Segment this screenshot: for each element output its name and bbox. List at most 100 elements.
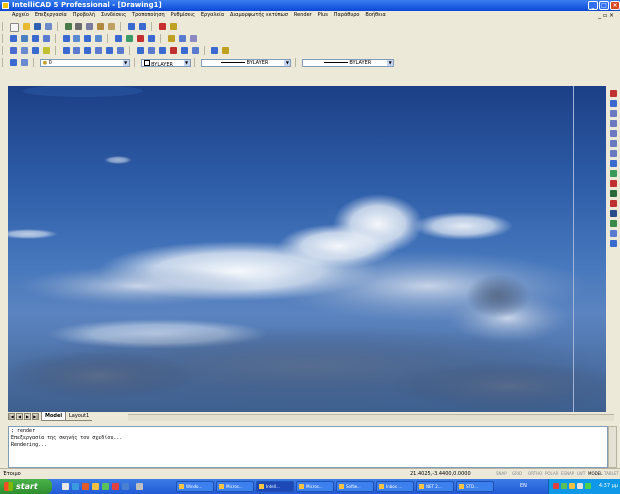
shade-icon[interactable] (609, 170, 617, 177)
named-views-icon[interactable] (609, 230, 617, 237)
command-window[interactable]: ; render Επεξεργασία της σκηνής του σχεδ… (8, 426, 608, 468)
help-icon[interactable] (169, 23, 177, 30)
line-icon[interactable] (9, 35, 17, 42)
command-scrollbar[interactable] (608, 426, 617, 468)
copy-object-icon[interactable] (20, 47, 28, 54)
internet-explorer-icon[interactable] (72, 483, 79, 490)
layer-select[interactable]: ● 0 ▼ (39, 59, 130, 67)
zoom-out-icon[interactable] (609, 120, 617, 127)
make-current-layer-icon[interactable] (20, 59, 28, 66)
copy-icon[interactable] (86, 23, 94, 30)
zoom-icon[interactable] (20, 35, 28, 42)
paste-icon[interactable] (97, 23, 105, 30)
table-icon[interactable] (189, 35, 197, 42)
snap-toggle[interactable]: SNAP (496, 470, 507, 478)
menu-item-modify[interactable]: Τροποποίηση (130, 11, 167, 20)
tray-icon[interactable] (553, 483, 559, 489)
first-tab-icon[interactable]: |◀ (8, 413, 15, 420)
rectangle-icon[interactable] (62, 35, 70, 42)
cut-icon[interactable] (75, 23, 83, 30)
polar-toggle[interactable]: POLAR (545, 470, 558, 478)
next-tab-icon[interactable]: ▶ (24, 413, 31, 420)
lineweight-select[interactable]: BYLAYER ▼ (302, 59, 395, 67)
clock[interactable]: 4:37 μμ (599, 479, 618, 494)
esnap-toggle[interactable]: ESNAP (561, 470, 574, 478)
menu-item-file[interactable]: Αρχείο (0, 11, 31, 20)
messenger-icon[interactable] (102, 483, 109, 490)
pan-view-icon[interactable] (609, 160, 617, 167)
new-icon[interactable] (9, 23, 19, 32)
materials-icon[interactable] (609, 190, 617, 197)
tray-icon[interactable] (569, 483, 575, 489)
mirror-icon[interactable] (31, 47, 39, 54)
hatch-icon[interactable] (115, 35, 123, 42)
text-icon[interactable] (167, 35, 175, 42)
tablet-toggle[interactable]: TABLET (604, 470, 619, 478)
scale-icon[interactable] (95, 47, 103, 54)
save-icon[interactable] (33, 23, 41, 30)
render-icon[interactable] (609, 180, 617, 187)
menu-item-help[interactable]: Βοήθεια (363, 11, 387, 20)
task-software[interactable]: Softw... (336, 481, 374, 492)
chevron-down-icon[interactable]: ▼ (183, 60, 190, 66)
scene-icon[interactable] (609, 210, 617, 217)
folder-icon[interactable] (92, 483, 99, 490)
chevron-down-icon[interactable]: ▼ (387, 60, 394, 66)
layers-icon[interactable] (222, 47, 230, 54)
toolbar-grip[interactable] (2, 46, 5, 55)
zoom-extents-icon[interactable] (609, 140, 617, 147)
delete-icon[interactable] (158, 23, 166, 30)
mdi-controls[interactable]: _ ▫ × (596, 11, 616, 20)
open-icon[interactable] (22, 23, 30, 30)
maximize-button[interactable]: □ (599, 1, 609, 10)
properties-icon[interactable] (211, 47, 219, 54)
volume-icon[interactable] (577, 483, 583, 489)
grid-toggle[interactable]: GRID (512, 470, 522, 478)
stretch-icon[interactable] (106, 47, 114, 54)
menu-item-view[interactable]: Προβολή (71, 11, 97, 20)
redraw-view-icon[interactable] (609, 90, 617, 97)
lwt-toggle[interactable]: LWT (577, 470, 585, 478)
task-net[interactable]: NET 2... (416, 481, 454, 492)
close-button[interactable]: × (610, 1, 620, 10)
start-button[interactable]: start (0, 479, 52, 494)
tab-layout1[interactable]: Layout1 (66, 412, 93, 421)
media-player-icon[interactable] (82, 483, 89, 490)
zoom-realtime-icon[interactable] (609, 100, 617, 107)
circle-icon[interactable] (73, 35, 81, 42)
fillet-icon[interactable] (169, 47, 177, 54)
zoom-previous-icon[interactable] (609, 150, 617, 157)
break-icon[interactable] (147, 47, 155, 54)
task-std[interactable]: STD... (456, 481, 494, 492)
task-microsoft-2[interactable]: Micros... (296, 481, 334, 492)
menu-item-connections[interactable]: Συνδέσεις (99, 11, 128, 20)
redo-icon[interactable] (138, 23, 146, 30)
erase-icon[interactable] (9, 47, 17, 54)
background-icon[interactable] (609, 220, 617, 227)
zoom-window-icon[interactable] (609, 130, 617, 137)
horizontal-scrollbar[interactable] (128, 414, 614, 421)
menu-item-tools[interactable]: Εργαλεία (199, 11, 226, 20)
block-icon[interactable] (126, 35, 134, 42)
task-windows[interactable]: Windo... (176, 481, 214, 492)
arc-icon[interactable] (84, 35, 92, 42)
tray-icon[interactable] (561, 483, 567, 489)
toolbar-grip[interactable] (2, 22, 5, 31)
viewports-icon[interactable] (609, 240, 617, 247)
match-properties-icon[interactable] (108, 23, 116, 30)
print-preview-icon[interactable] (64, 23, 72, 30)
extend-icon[interactable] (136, 47, 144, 54)
trim-icon[interactable] (117, 47, 125, 54)
undo-icon[interactable] (128, 23, 136, 30)
ortho-toggle[interactable]: ORTHO (528, 470, 542, 478)
chevron-down-icon[interactable]: ▼ (122, 60, 129, 66)
menu-item-plus[interactable]: Plus (316, 11, 330, 20)
minimize-button[interactable]: _ (588, 1, 598, 10)
linetype-select[interactable]: BYLAYER ▼ (201, 59, 292, 67)
rotate-icon[interactable] (84, 47, 92, 54)
lights-icon[interactable] (609, 200, 617, 207)
quicklaunch-app-icon[interactable] (112, 483, 119, 490)
print-icon[interactable] (44, 23, 52, 30)
menu-item-print-config[interactable]: Διαμορφωτής εκτύπωσ (228, 11, 290, 20)
toolbar-grip[interactable] (2, 34, 5, 43)
